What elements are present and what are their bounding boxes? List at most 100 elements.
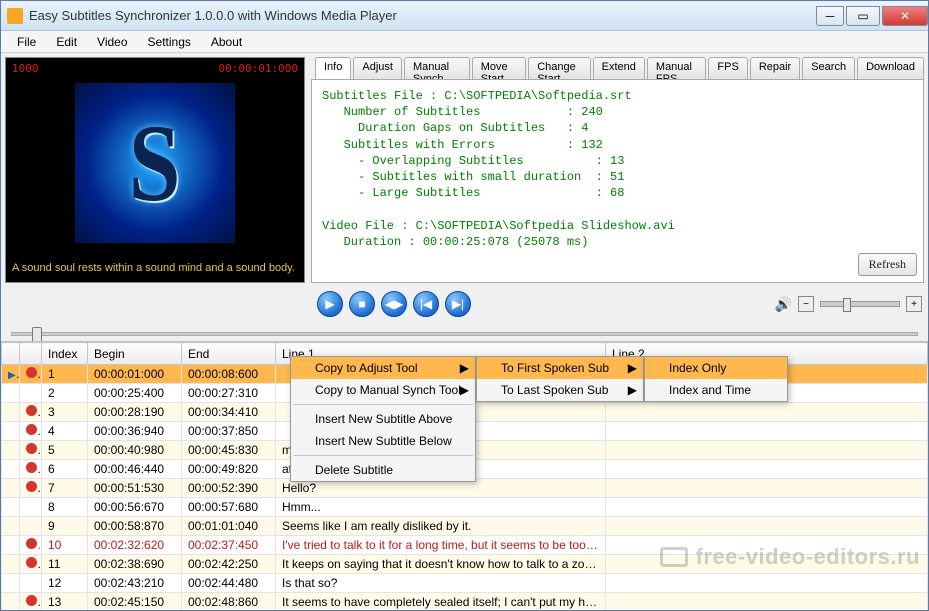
cell-line1: I've tried to talk to it for a long time… xyxy=(276,536,606,555)
error-icon xyxy=(26,481,37,492)
cell-index: 12 xyxy=(42,574,88,593)
menu-settings[interactable]: Settings xyxy=(138,33,201,51)
table-row[interactable]: 800:00:56:67000:00:57:680Hmm... xyxy=(2,498,928,517)
ctx-delete-subtitle[interactable]: Delete Subtitle xyxy=(291,459,475,481)
tab-manual-synch[interactable]: Manual Synch xyxy=(404,57,470,79)
chevron-right-icon: ▶ xyxy=(460,361,469,375)
stop-button[interactable]: ■ xyxy=(349,291,375,317)
error-indicator xyxy=(20,593,42,611)
menu-bar: File Edit Video Settings About xyxy=(1,31,928,53)
error-indicator xyxy=(20,555,42,574)
ctx-index-and-time[interactable]: Index and Time xyxy=(645,379,787,401)
tab-strip: Info Adjust Manual Synch Move Start Chan… xyxy=(311,57,924,79)
window-title: Easy Subtitles Synchronizer 1.0.0.0 with… xyxy=(29,8,814,23)
col-index-header[interactable]: Index xyxy=(42,343,88,365)
cell-end: 00:02:44:480 xyxy=(182,574,276,593)
step-back-button[interactable]: ◀▶ xyxy=(381,291,407,317)
row-indicator xyxy=(2,479,20,498)
cell-line2 xyxy=(606,593,928,611)
table-row[interactable]: 1000:02:32:62000:02:37:450I've tried to … xyxy=(2,536,928,555)
cell-index: 13 xyxy=(42,593,88,611)
play-button[interactable]: ▶ xyxy=(317,291,343,317)
cell-index: 2 xyxy=(42,384,88,403)
menu-file[interactable]: File xyxy=(7,33,46,51)
ctx-to-first-spoken[interactable]: To First Spoken Sub▶ xyxy=(477,357,643,379)
table-row[interactable]: 900:00:58:87000:01:01:040Seems like I am… xyxy=(2,517,928,536)
tab-move-start[interactable]: Move Start xyxy=(472,57,526,79)
context-submenu-target[interactable]: To First Spoken Sub▶ To Last Spoken Sub▶ xyxy=(476,356,644,402)
chevron-right-icon: ▶ xyxy=(460,383,469,397)
cell-begin: 00:02:43:210 xyxy=(88,574,182,593)
speaker-icon[interactable]: 🔊 xyxy=(775,296,792,313)
table-row[interactable]: 1100:02:38:69000:02:42:250It keeps on sa… xyxy=(2,555,928,574)
title-bar: Easy Subtitles Synchronizer 1.0.0.0 with… xyxy=(1,1,928,31)
row-indicator xyxy=(2,517,20,536)
error-indicator xyxy=(20,384,42,403)
ctx-insert-below[interactable]: Insert New Subtitle Below xyxy=(291,430,475,452)
cell-end: 00:00:49:820 xyxy=(182,460,276,479)
minimize-button[interactable]: ─ xyxy=(816,6,844,26)
row-indicator xyxy=(2,555,20,574)
col-error-header[interactable] xyxy=(20,343,42,365)
close-button[interactable]: ✕ xyxy=(882,6,928,26)
maximize-button[interactable]: ▭ xyxy=(846,6,880,26)
error-icon xyxy=(26,405,37,416)
cell-index: 7 xyxy=(42,479,88,498)
error-indicator xyxy=(20,517,42,536)
tab-download[interactable]: Download xyxy=(857,57,924,79)
prev-button[interactable]: |◀ xyxy=(413,291,439,317)
menu-edit[interactable]: Edit xyxy=(46,33,87,51)
error-indicator xyxy=(20,365,42,384)
tab-fps[interactable]: FPS xyxy=(708,57,747,79)
row-indicator xyxy=(2,574,20,593)
tab-search[interactable]: Search xyxy=(802,57,855,79)
tab-adjust[interactable]: Adjust xyxy=(353,57,402,79)
chevron-right-icon: ▶ xyxy=(628,361,637,375)
tab-change-start[interactable]: Change Start xyxy=(528,57,590,79)
tab-info[interactable]: Info xyxy=(315,57,351,79)
timeline-slider[interactable] xyxy=(11,332,918,336)
volume-slider[interactable] xyxy=(820,301,900,307)
row-indicator xyxy=(2,536,20,555)
cell-line2 xyxy=(606,460,928,479)
col-end-header[interactable]: End xyxy=(182,343,276,365)
error-icon xyxy=(26,595,37,606)
cell-end: 00:01:01:040 xyxy=(182,517,276,536)
context-submenu-mode[interactable]: Index Only Index and Time xyxy=(644,356,788,402)
table-row[interactable]: 1300:02:45:15000:02:48:860It seems to ha… xyxy=(2,593,928,611)
vol-minus-button[interactable]: − xyxy=(798,296,814,312)
cell-end: 00:00:08:600 xyxy=(182,365,276,384)
cell-line2 xyxy=(606,517,928,536)
table-row[interactable]: 1200:02:43:21000:02:44:480Is that so? xyxy=(2,574,928,593)
next-button[interactable]: ▶| xyxy=(445,291,471,317)
error-indicator xyxy=(20,574,42,593)
cell-begin: 00:00:01:000 xyxy=(88,365,182,384)
tab-extend[interactable]: Extend xyxy=(593,57,645,79)
video-caption: A sound soul rests within a sound mind a… xyxy=(6,256,304,278)
cell-begin: 00:00:58:870 xyxy=(88,517,182,536)
tab-repair[interactable]: Repair xyxy=(750,57,800,79)
cell-begin: 00:02:32:620 xyxy=(88,536,182,555)
cell-line1: It seems to have completely sealed itsel… xyxy=(276,593,606,611)
menu-video[interactable]: Video xyxy=(87,33,137,51)
video-frame-image: S xyxy=(75,83,235,243)
error-indicator xyxy=(20,422,42,441)
tab-manual-fps[interactable]: Manual FPS xyxy=(647,57,707,79)
menu-about[interactable]: About xyxy=(201,33,252,51)
cell-line2 xyxy=(606,403,928,422)
cell-index: 5 xyxy=(42,441,88,460)
video-time-counter: 00:00:01:000 xyxy=(219,62,298,75)
ctx-copy-adjust[interactable]: Copy to Adjust Tool▶ xyxy=(291,357,475,379)
cell-begin: 00:00:56:670 xyxy=(88,498,182,517)
context-menu-main[interactable]: Copy to Adjust Tool▶ Copy to Manual Sync… xyxy=(290,356,476,482)
vol-plus-button[interactable]: + xyxy=(906,296,922,312)
ctx-index-only[interactable]: Index Only xyxy=(645,357,787,379)
error-icon xyxy=(26,462,37,473)
ctx-copy-manual[interactable]: Copy to Manual Synch Tool▶ xyxy=(291,379,475,401)
col-begin-header[interactable]: Begin xyxy=(88,343,182,365)
ctx-insert-above[interactable]: Insert New Subtitle Above xyxy=(291,408,475,430)
cell-begin: 00:00:28:190 xyxy=(88,403,182,422)
refresh-button[interactable]: Refresh xyxy=(858,253,917,276)
ctx-to-last-spoken[interactable]: To Last Spoken Sub▶ xyxy=(477,379,643,401)
col-arrow-header[interactable] xyxy=(2,343,20,365)
